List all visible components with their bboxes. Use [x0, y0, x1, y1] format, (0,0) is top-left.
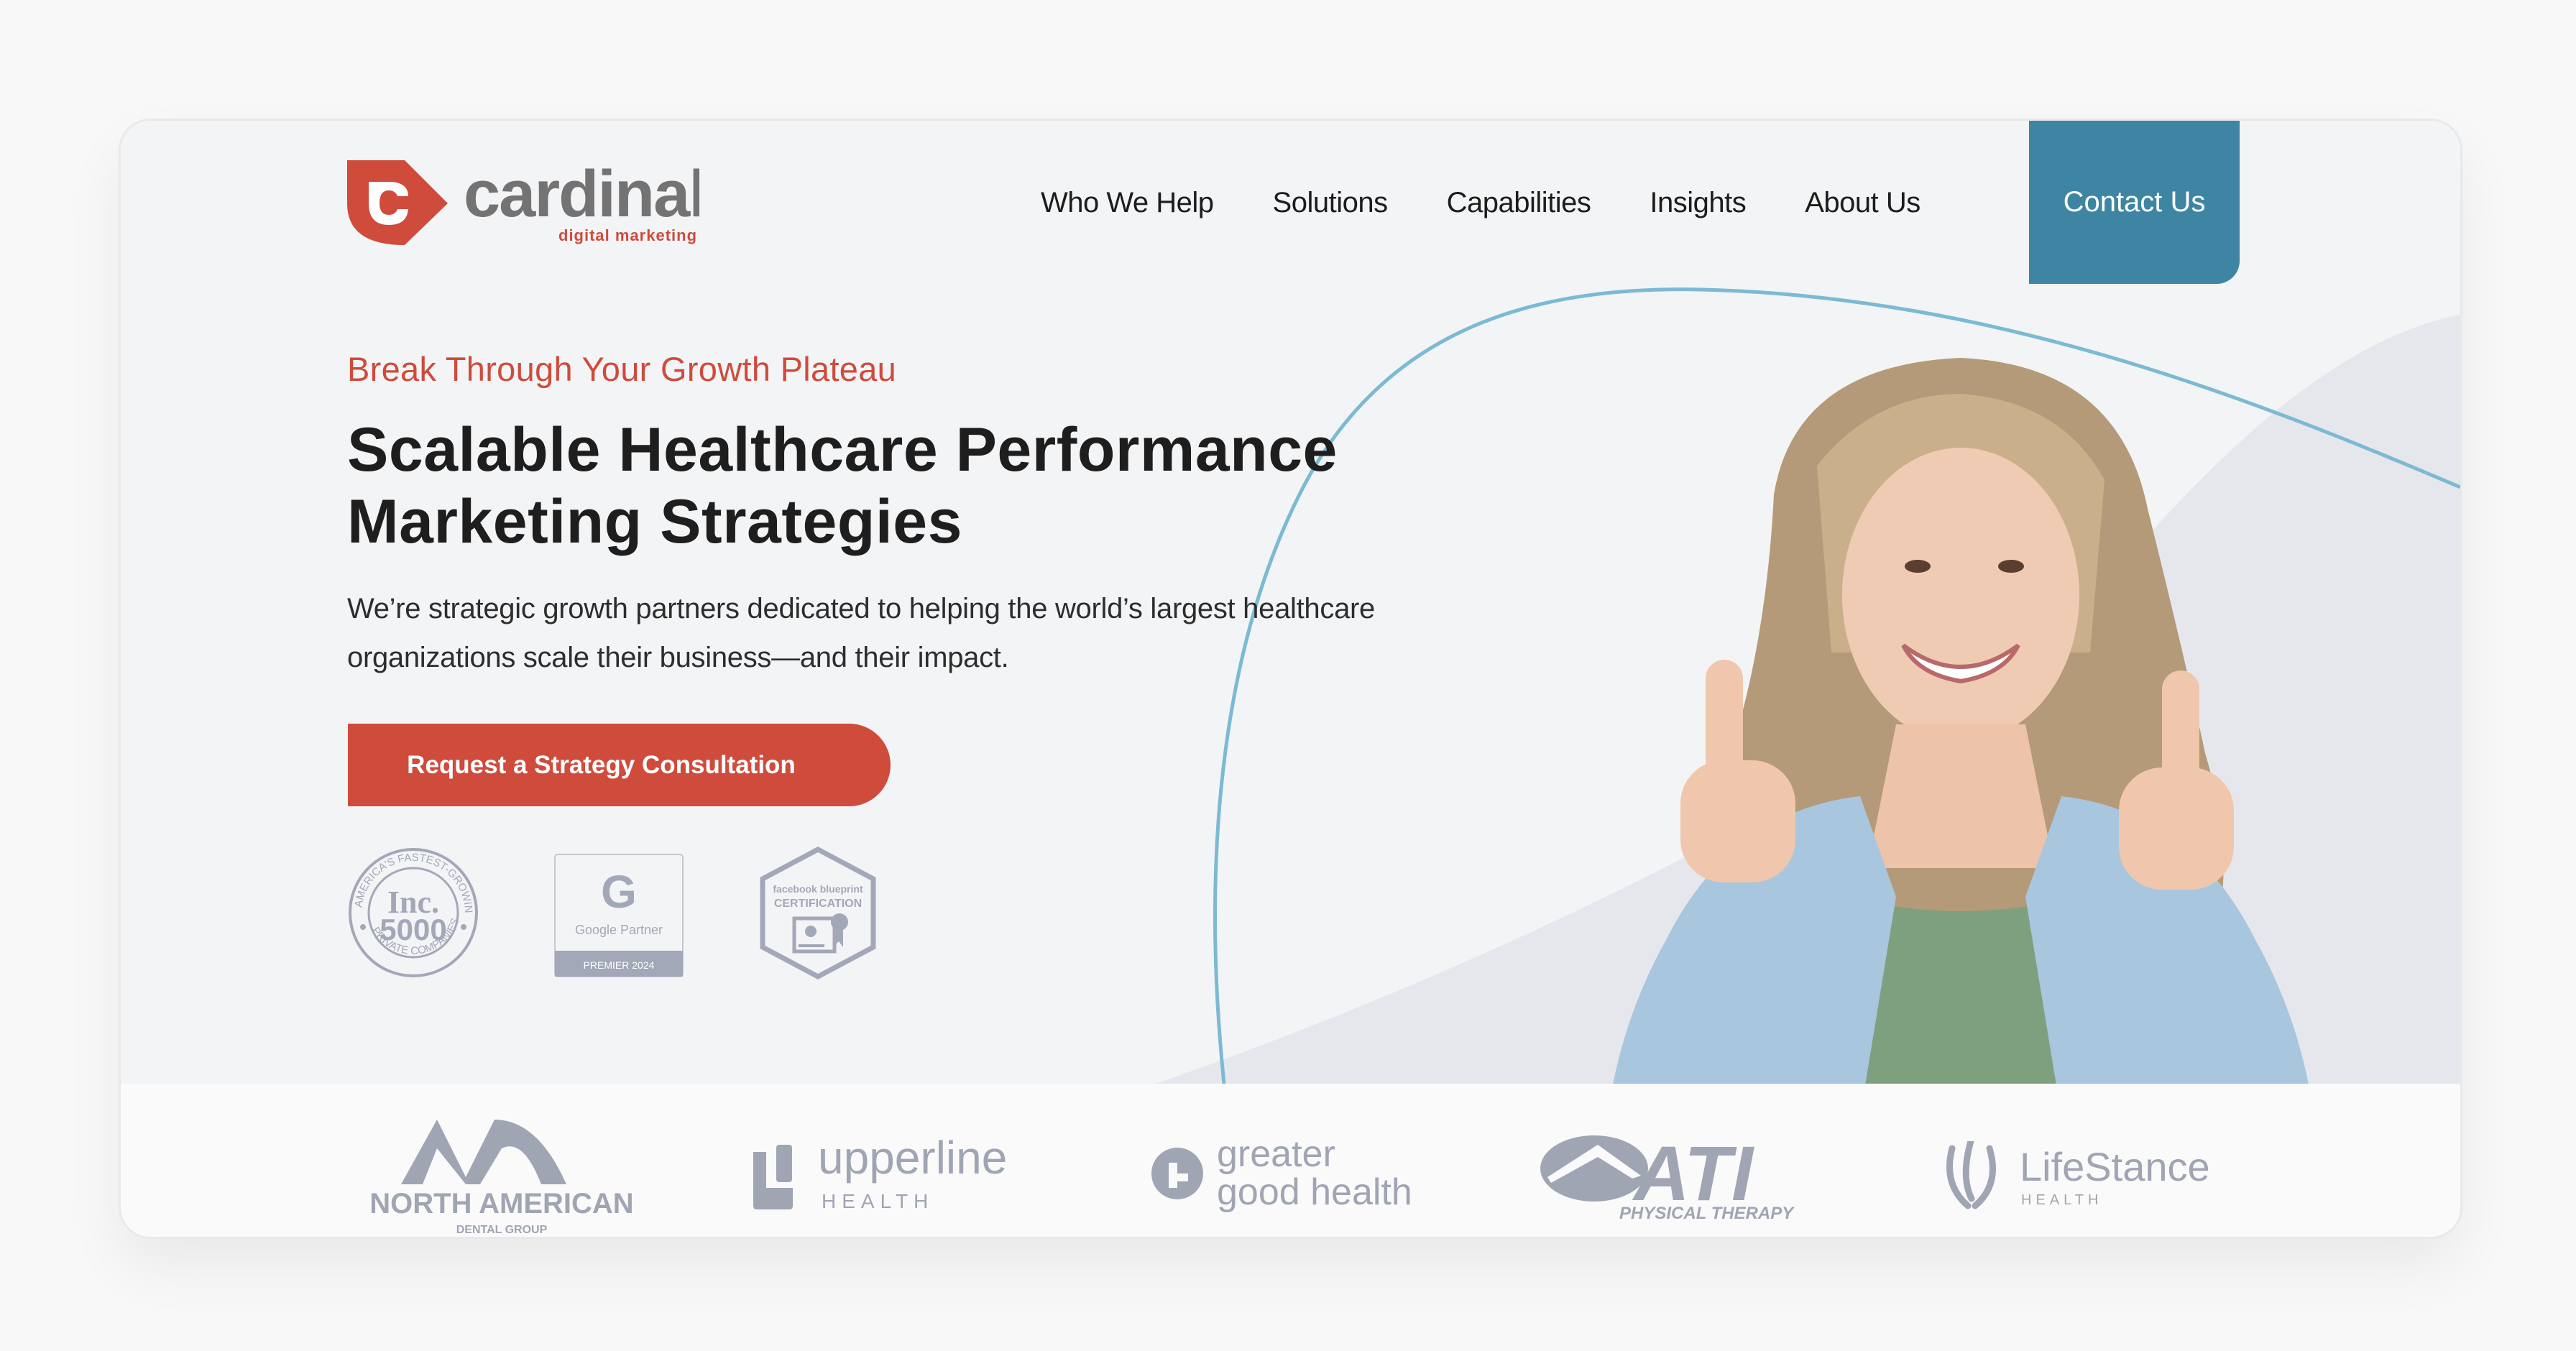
main-nav: Who We Help Solutions Capabilities Insig… [1041, 121, 1979, 285]
svg-text:G: G [601, 866, 637, 918]
cta-label: Request a Strategy Consultation [407, 750, 796, 779]
nav-who-we-help[interactable]: Who We Help [1041, 187, 1214, 219]
svg-text:cardinal: cardinal [464, 160, 699, 231]
svg-text:LifeStance: LifeStance [2020, 1144, 2210, 1189]
svg-text:PHYSICAL THERAPY: PHYSICAL THERAPY [1619, 1204, 1795, 1220]
description-line-2: organizations scale their business—and t… [347, 642, 1009, 673]
client-logo-greater-good-health: greater good health [1151, 1134, 1412, 1213]
client-logos-strip: NORTH AMERICAN DENTAL GROUP upperline HE… [121, 1084, 2460, 1237]
svg-text:CERTIFICATION: CERTIFICATION [774, 898, 862, 910]
hero-headline: Scalable Healthcare Performance Marketin… [347, 414, 1569, 558]
nav-insights[interactable]: Insights [1650, 187, 1746, 219]
svg-text:facebook blueprint: facebook blueprint [773, 883, 863, 895]
hero-tagline: Break Through Your Growth Plateau [347, 350, 897, 388]
svg-text:HEALTH: HEALTH [2021, 1192, 2102, 1208]
client-logo-ati-physical-therapy: ATI PHYSICAL THERAPY [1540, 1134, 1795, 1220]
google-partner-badge: G Google Partner PREMIER 2024 [554, 854, 684, 977]
page-card: cardinal digital marketing Who We Help S… [119, 119, 2462, 1239]
face [1842, 448, 2079, 742]
svg-text:Google Partner: Google Partner [575, 923, 663, 937]
svg-text:NORTH AMERICAN: NORTH AMERICAN [369, 1188, 633, 1219]
svg-text:HEALTH: HEALTH [822, 1190, 934, 1212]
client-logo-north-american-dental: NORTH AMERICAN DENTAL GROUP [369, 1120, 634, 1235]
hero-photo-woman-thumbs-up [1601, 358, 2320, 1204]
inc-5000-badge: AMERICA'S FASTEST-GROWING PRIVATE COMPAN… [347, 847, 478, 977]
svg-text:upperline: upperline [818, 1138, 1007, 1184]
svg-text:good health: good health [1217, 1171, 1412, 1213]
client-logo-lifestance-health: LifeStance HEALTH [1946, 1141, 2210, 1209]
svg-text:PREMIER 2024: PREMIER 2024 [584, 959, 655, 971]
client-logo-upperline-health: upperline HEALTH [753, 1138, 1007, 1212]
svg-text:5000: 5000 [380, 913, 446, 946]
svg-text:digital marketing: digital marketing [558, 226, 697, 244]
svg-text:DENTAL GROUP: DENTAL GROUP [456, 1224, 548, 1235]
contact-us-button[interactable]: Contact Us [2029, 121, 2240, 284]
hero-description: We’re strategic growth partners dedicate… [347, 584, 1533, 682]
nav-solutions[interactable]: Solutions [1273, 187, 1389, 219]
certificate-icon [792, 913, 848, 954]
svg-text:greater: greater [1217, 1134, 1335, 1175]
nav-capabilities[interactable]: Capabilities [1447, 187, 1591, 219]
facebook-blueprint-badge: facebook blueprint CERTIFICATION [760, 847, 876, 979]
headline-line-2: Marketing Strategies [347, 487, 962, 556]
cardinal-logo[interactable]: cardinal digital marketing [347, 160, 699, 246]
description-line-1: We’re strategic growth partners dedicate… [347, 593, 1375, 624]
nav-about-us[interactable]: About Us [1805, 187, 1920, 219]
cardinal-c-teardrop-icon [347, 160, 448, 245]
request-consultation-button[interactable]: Request a Strategy Consultation [348, 724, 891, 806]
headline-line-1: Scalable Healthcare Performance [347, 415, 1338, 484]
